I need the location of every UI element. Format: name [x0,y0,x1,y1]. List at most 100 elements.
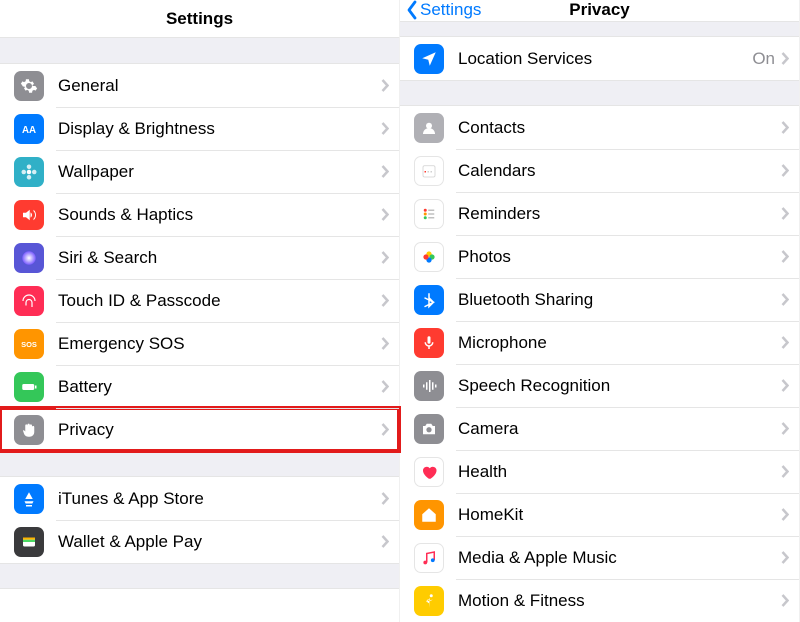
row-label: Photos [458,247,781,267]
group-separator [0,451,399,477]
chevron-right-icon [781,207,789,220]
row-calendars[interactable]: Calendars [400,149,799,192]
chevron-right-icon [381,165,389,178]
row-photos[interactable]: Photos [400,235,799,278]
heart-icon [414,457,444,487]
camera-icon [414,414,444,444]
row-wallpaper[interactable]: Wallpaper [0,150,399,193]
row-siri[interactable]: Siri & Search [0,236,399,279]
calendar-icon [414,156,444,186]
row-label: Media & Apple Music [458,548,781,568]
row-bluetooth[interactable]: Bluetooth Sharing [400,278,799,321]
bluetooth-icon [414,285,444,315]
row-label: Wallpaper [58,162,381,182]
row-general[interactable]: General [0,64,399,107]
row-battery[interactable]: Battery [0,365,399,408]
fingerprint-icon [14,286,44,316]
reminders-icon [414,199,444,229]
svg-text:SOS: SOS [21,340,37,349]
chevron-right-icon [781,52,789,65]
chevron-right-icon [381,337,389,350]
row-label: Calendars [458,161,781,181]
row-label: Camera [458,419,781,439]
settings-group: General AA Display & Brightness Wallpaper So… [0,64,399,451]
row-reminders[interactable]: Reminders [400,192,799,235]
chevron-right-icon [781,594,789,607]
music-icon [414,543,444,573]
back-label: Settings [420,0,481,20]
row-label: Microphone [458,333,781,353]
row-label: Location Services [458,49,752,69]
row-label: Battery [58,377,381,397]
navbar-title: Privacy [569,0,630,20]
row-value: On [752,49,775,69]
row-label: General [58,76,381,96]
row-label: Touch ID & Passcode [58,291,381,311]
settings-group: Contacts Calendars Reminders Photos Bluetoot… [400,106,799,622]
flower-icon [14,157,44,187]
row-touchid[interactable]: Touch ID & Passcode [0,279,399,322]
group-separator [400,80,799,106]
navbar-privacy: Settings Privacy [400,0,799,22]
chevron-right-icon [381,208,389,221]
row-label: Motion & Fitness [458,591,781,611]
row-speech[interactable]: Speech Recognition [400,364,799,407]
row-label: Privacy [58,420,381,440]
row-sounds[interactable]: Sounds & Haptics [0,193,399,236]
chevron-right-icon [381,251,389,264]
row-label: Contacts [458,118,781,138]
row-microphone[interactable]: Microphone [400,321,799,364]
gear-icon [14,71,44,101]
row-contacts[interactable]: Contacts [400,106,799,149]
chevron-right-icon [781,164,789,177]
chevron-right-icon [781,250,789,263]
row-label: Emergency SOS [58,334,381,354]
back-button[interactable]: Settings [406,0,481,21]
siri-icon [14,243,44,273]
row-homekit[interactable]: HomeKit [400,493,799,536]
navbar-settings: Settings [0,0,399,38]
chevron-right-icon [781,121,789,134]
row-label: iTunes & App Store [58,489,381,509]
row-label: Display & Brightness [58,119,381,139]
chevron-right-icon [381,294,389,307]
home-icon [414,500,444,530]
row-health[interactable]: Health [400,450,799,493]
group-separator [0,38,399,64]
battery-icon [14,372,44,402]
chevron-right-icon [381,380,389,393]
photos-icon [414,242,444,272]
group-separator [0,563,399,589]
svg-text:AA: AA [22,124,36,135]
wallet-icon [14,527,44,557]
privacy-panel: Settings Privacy Location ServicesOn Cont… [400,0,800,622]
row-label: Speech Recognition [458,376,781,396]
appstore-icon [14,484,44,514]
chevron-right-icon [781,293,789,306]
row-camera[interactable]: Camera [400,407,799,450]
chevron-right-icon [781,422,789,435]
row-label: Bluetooth Sharing [458,290,781,310]
hand-icon [14,415,44,445]
row-media[interactable]: Media & Apple Music [400,536,799,579]
chevron-right-icon [781,336,789,349]
row-wallet[interactable]: Wallet & Apple Pay [0,520,399,563]
chevron-right-icon [381,423,389,436]
aa-icon: AA [14,114,44,144]
row-privacy[interactable]: Privacy [0,408,399,451]
row-motion[interactable]: Motion & Fitness [400,579,799,622]
row-label: Wallet & Apple Pay [58,532,381,552]
chevron-right-icon [781,465,789,478]
row-label: Reminders [458,204,781,224]
row-itunes[interactable]: iTunes & App Store [0,477,399,520]
settings-group: Location ServicesOn [400,37,799,80]
chevron-right-icon [381,79,389,92]
mic-icon [414,328,444,358]
chevron-right-icon [381,535,389,548]
chevron-right-icon [781,508,789,521]
row-display[interactable]: AA Display & Brightness [0,107,399,150]
row-location[interactable]: Location ServicesOn [400,37,799,80]
group-separator [400,22,799,37]
row-sos[interactable]: SOS Emergency SOS [0,322,399,365]
row-label: Health [458,462,781,482]
